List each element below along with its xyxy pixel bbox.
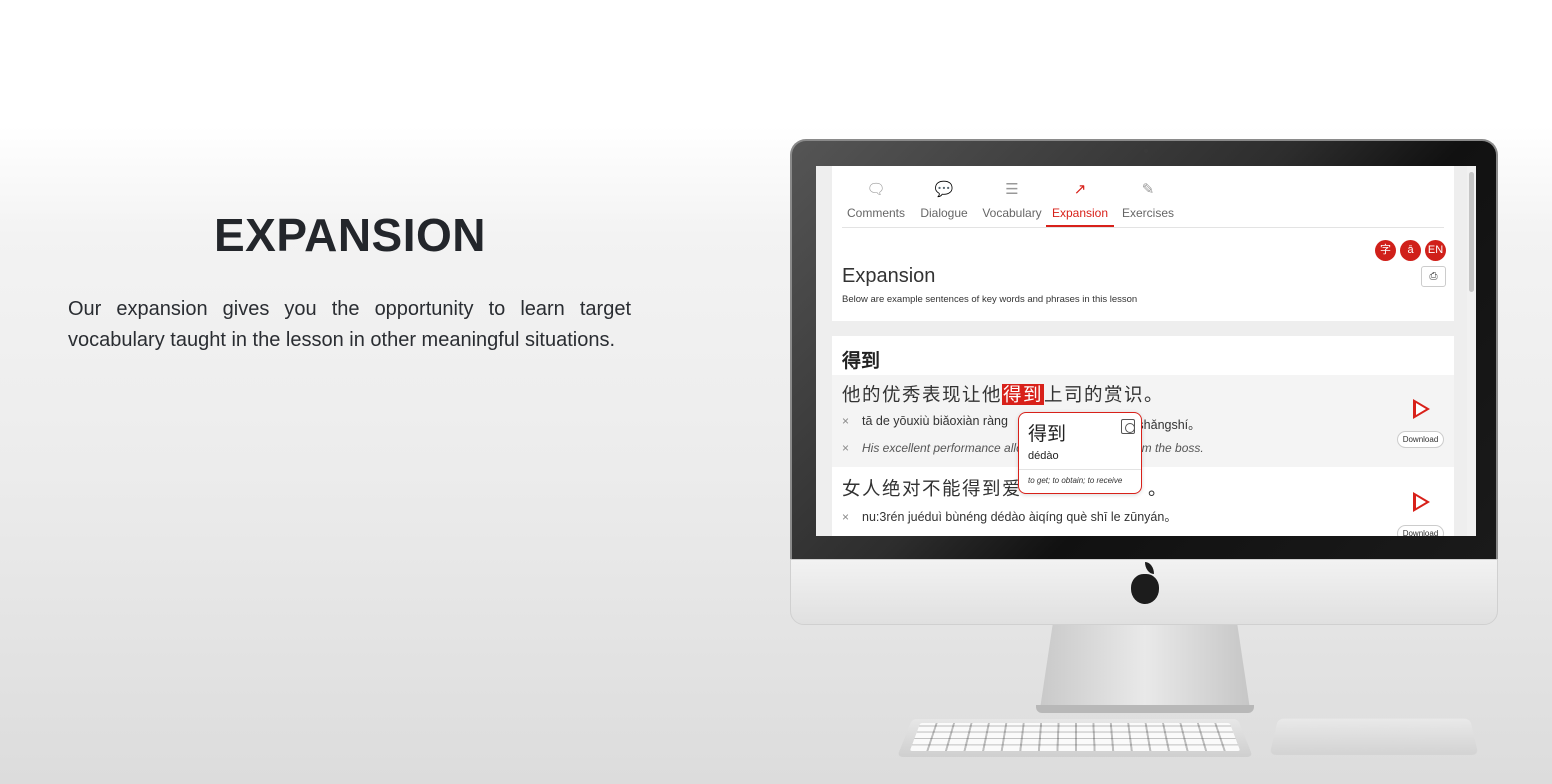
english-text: His excellent performance allow — [862, 441, 1032, 455]
tab-dialogue[interactable]: 💬 Dialogue — [910, 176, 978, 227]
dialogue-icon: 💬 — [934, 181, 954, 198]
tab-comments[interactable]: 🗨 Comments — [842, 176, 910, 227]
apple-logo-leaf — [1145, 562, 1154, 574]
tab-expansion[interactable]: ↗ Expansion — [1046, 176, 1114, 227]
download-button[interactable]: Download — [1397, 431, 1444, 448]
sentence-english: × His excellent performance allow rom the … — [842, 441, 1204, 455]
hero-title: EXPANSION — [213, 209, 487, 261]
sentence-text: 女人绝对不能得到爱 — [842, 478, 1023, 499]
section-title: Expansion — [842, 265, 936, 287]
highlighted-word[interactable]: 得到 — [1002, 384, 1045, 405]
add-to-flashcards-icon[interactable] — [1121, 419, 1135, 434]
tab-vocabulary[interactable]: ☰ Vocabulary — [978, 176, 1046, 227]
english-toggle-button[interactable]: EN — [1425, 240, 1446, 261]
tab-label: Comments — [846, 206, 905, 220]
tab-exercises[interactable]: ✎ Exercises — [1114, 176, 1182, 227]
expansion-icon: ↗ — [1073, 181, 1087, 198]
hanzi-toggle-button[interactable]: 字 — [1375, 240, 1396, 261]
tab-label: Dialogue — [920, 206, 968, 220]
keyboard — [897, 718, 1253, 757]
sentence-text: 他的优秀表现让他 — [842, 384, 1003, 405]
hide-pinyin-icon[interactable]: × — [842, 510, 862, 524]
sentence-row: 女人绝对不能得到爱 。 × nu:3rén juéduì bùnéng dédào … — [832, 469, 1454, 536]
hide-pinyin-icon[interactable]: × — [842, 414, 862, 428]
popup-pinyin: dédào — [1028, 450, 1059, 462]
download-button[interactable]: Download — [1397, 525, 1444, 536]
sentence-chinese: 他的优秀表现让他得到上司的赏识。 — [842, 381, 1164, 407]
tab-label: Expansion — [1051, 206, 1109, 220]
trackpad — [1269, 718, 1479, 755]
sentence-row: 他的优秀表现让他得到上司的赏识。 × tā de yōuxiù biǎoxiàn … — [832, 375, 1454, 467]
play-audio-button[interactable] — [1413, 492, 1430, 512]
imac-chin — [790, 559, 1498, 625]
print-icon: ⎙ — [1429, 271, 1438, 282]
play-icon — [1416, 403, 1426, 415]
play-icon — [1416, 496, 1426, 508]
apple-logo-icon — [1131, 574, 1159, 604]
lesson-tabs: 🗨 Comments 💬 Dialogue ☰ Vocabulary ↗ Exp… — [842, 176, 1444, 228]
sentence-text-tail: 。 — [1148, 478, 1169, 499]
play-audio-button[interactable] — [1413, 399, 1430, 419]
section-subtitle: Below are example sentences of key words… — [842, 294, 1138, 305]
scrollbar-thumb[interactable] — [1469, 172, 1474, 292]
popup-word: 得到 — [1028, 424, 1067, 445]
sentence-pinyin: × tā de yōuxiù biǎoxiàn ràng e shǎngshí。 — [842, 414, 1201, 432]
app-screen: 🗨 Comments 💬 Dialogue ☰ Vocabulary ↗ Exp… — [816, 166, 1476, 536]
key-word-heading: 得到 — [842, 351, 881, 372]
hero-description: Our expansion gives you the opportunity … — [68, 298, 631, 351]
pinyin-text: tā de yōuxiù biǎoxiàn ràng — [862, 414, 1008, 428]
sentence-pinyin: × nu:3rén juéduì bùnéng dédào àiqíng què … — [842, 506, 1177, 525]
scrollbar[interactable] — [1467, 166, 1476, 536]
word-definition-popup: 得到 dédào to get; to obtain; to receive — [1018, 412, 1142, 494]
comment-icon: 🗨 — [866, 181, 886, 198]
language-toggle-group: 字 ā EN — [1375, 240, 1446, 261]
imac-stand — [1040, 625, 1250, 709]
hide-english-icon[interactable]: × — [842, 441, 862, 455]
print-button[interactable]: ⎙ — [1421, 266, 1446, 287]
camera-icon — [1144, 149, 1148, 153]
vocabulary-icon: ☰ — [1005, 181, 1019, 198]
tab-label: Vocabulary — [982, 206, 1042, 220]
pinyin-toggle-button[interactable]: ā — [1400, 240, 1421, 261]
keyboard-keys — [909, 722, 1241, 752]
imac-stand-base — [1036, 705, 1254, 713]
exercises-icon: ✎ — [1141, 181, 1155, 198]
tab-label: Exercises — [1121, 206, 1174, 220]
popup-definition: to get; to obtain; to receive — [1019, 469, 1141, 491]
sentence-text: 上司的赏识。 — [1044, 384, 1165, 405]
lesson-header-panel: 🗨 Comments 💬 Dialogue ☰ Vocabulary ↗ Exp… — [832, 166, 1454, 321]
sentence-chinese: 女人绝对不能得到爱 。 — [842, 475, 1167, 501]
expansion-panel: 得到 他的优秀表现让他得到上司的赏识。 × tā de yōuxiù biǎoxi… — [832, 336, 1454, 536]
pinyin-text: nu:3rén juéduì bùnéng dédào àiqíng què s… — [862, 510, 1177, 524]
